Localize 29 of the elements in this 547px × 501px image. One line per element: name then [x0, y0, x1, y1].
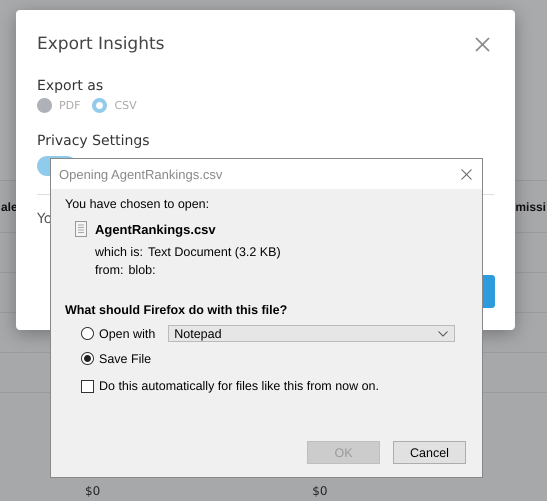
radio-label: Open with [99, 326, 156, 340]
close-icon[interactable] [461, 168, 472, 180]
checkbox-label: Do this automatically for files like this from now on. [99, 379, 379, 393]
radio-button[interactable] [81, 327, 94, 340]
column-header: missi [515, 200, 546, 214]
section-label: Export as [37, 78, 104, 94]
intro-text: You have chosen to open: [65, 197, 210, 211]
chevron-down-icon [438, 330, 448, 336]
document-icon [75, 221, 87, 237]
table-cell: $0 [85, 484, 100, 498]
detail-label: from: [95, 262, 124, 279]
dialog-title: Opening AgentRankings.csv [59, 166, 222, 182]
close-icon[interactable] [475, 36, 490, 52]
detail-value: Text Document (3.2 KB) [148, 244, 281, 261]
radio-button[interactable] [81, 352, 94, 365]
table-cell: $0 [312, 484, 328, 498]
question-text: What should Firefox do with this file? [65, 303, 288, 317]
checkbox[interactable] [81, 380, 94, 392]
radio-button[interactable] [37, 98, 52, 113]
radio-label: PDF [59, 99, 80, 112]
file-name: AgentRankings.csv [95, 222, 216, 236]
dialog-title: Export Insights [37, 34, 165, 54]
app-dropdown[interactable]: Notepad [168, 325, 456, 342]
cancel-button[interactable]: Cancel [393, 441, 466, 464]
radio-label: Save File [99, 352, 152, 366]
section-label: Privacy Settings [37, 133, 151, 149]
detail-value: blob: [128, 262, 156, 279]
radio-label: CSV [114, 99, 137, 112]
detail-label: which is: [95, 244, 143, 261]
